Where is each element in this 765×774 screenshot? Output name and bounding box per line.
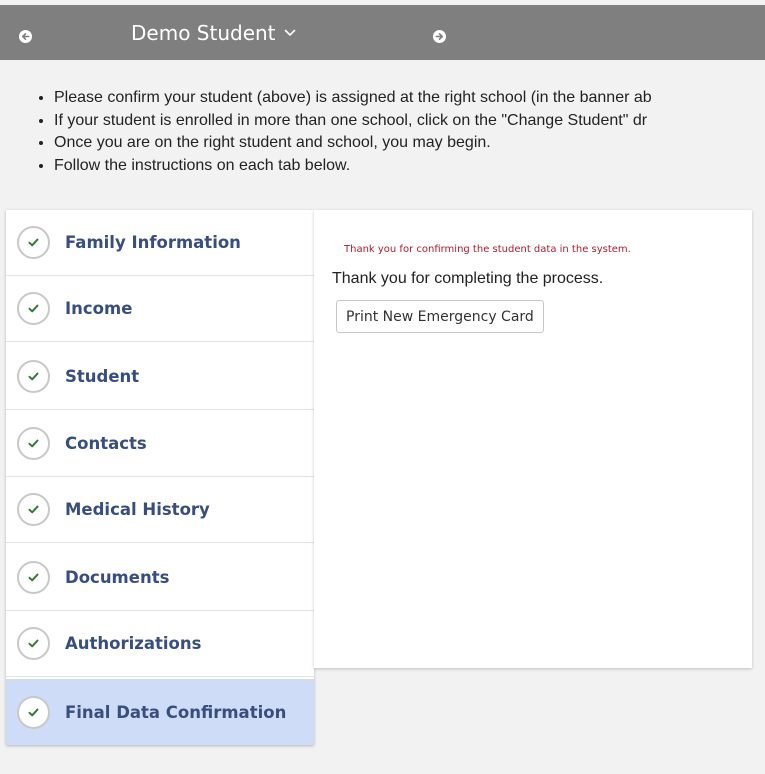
tab-label: Final Data Confirmation	[65, 702, 287, 722]
confirmation-message: Thank you for confirming the student dat…	[344, 244, 631, 255]
check-icon	[17, 695, 50, 729]
tab-contacts[interactable]: Contacts	[6, 411, 314, 477]
completion-message: Thank you for completing the process.	[332, 270, 604, 287]
tab-student[interactable]: Student	[6, 344, 314, 410]
tab-label: Income	[65, 299, 133, 318]
check-icon	[17, 292, 50, 325]
previous-student-icon[interactable]	[19, 30, 32, 43]
tab-label: Documents	[65, 568, 170, 587]
check-icon	[17, 627, 50, 660]
tab-label: Authorizations	[65, 634, 202, 653]
instruction-item: If your student is enrolled in more than…	[54, 110, 765, 133]
instruction-item: Follow the instructions on each tab belo…	[54, 155, 765, 178]
tab-label: Medical History	[65, 500, 210, 519]
instructions-list: Please confirm your student (above) is a…	[30, 87, 765, 177]
check-icon	[17, 360, 50, 393]
check-icon	[17, 226, 50, 259]
tab-label: Contacts	[65, 434, 147, 453]
tab-family-information[interactable]: Family Information	[6, 210, 314, 276]
tab-medical-history[interactable]: Medical History	[6, 477, 314, 543]
tab-content-panel: Thank you for confirming the student dat…	[314, 210, 752, 668]
tab-authorizations[interactable]: Authorizations	[6, 611, 314, 677]
student-name: Demo Student	[131, 21, 276, 45]
print-emergency-card-button[interactable]: Print New Emergency Card	[336, 300, 544, 333]
tab-label: Family Information	[65, 233, 241, 252]
tab-label: Student	[65, 367, 140, 386]
instruction-item: Once you are on the right student and sc…	[54, 132, 765, 155]
student-selector[interactable]: Demo Student	[131, 18, 296, 48]
tab-documents[interactable]: Documents	[6, 545, 314, 611]
instruction-item: Please confirm your student (above) is a…	[54, 87, 765, 110]
check-icon	[17, 493, 50, 526]
top-banner: Demo Student	[0, 5, 765, 60]
check-icon	[17, 427, 50, 460]
tab-final-data-confirmation[interactable]: Final Data Confirmation	[6, 679, 314, 745]
check-icon	[17, 561, 50, 594]
chevron-down-icon	[284, 29, 296, 37]
tab-income[interactable]: Income	[6, 276, 314, 342]
next-student-icon[interactable]	[433, 30, 446, 43]
tab-sidebar: Family Information Income Student Contac…	[6, 210, 314, 745]
